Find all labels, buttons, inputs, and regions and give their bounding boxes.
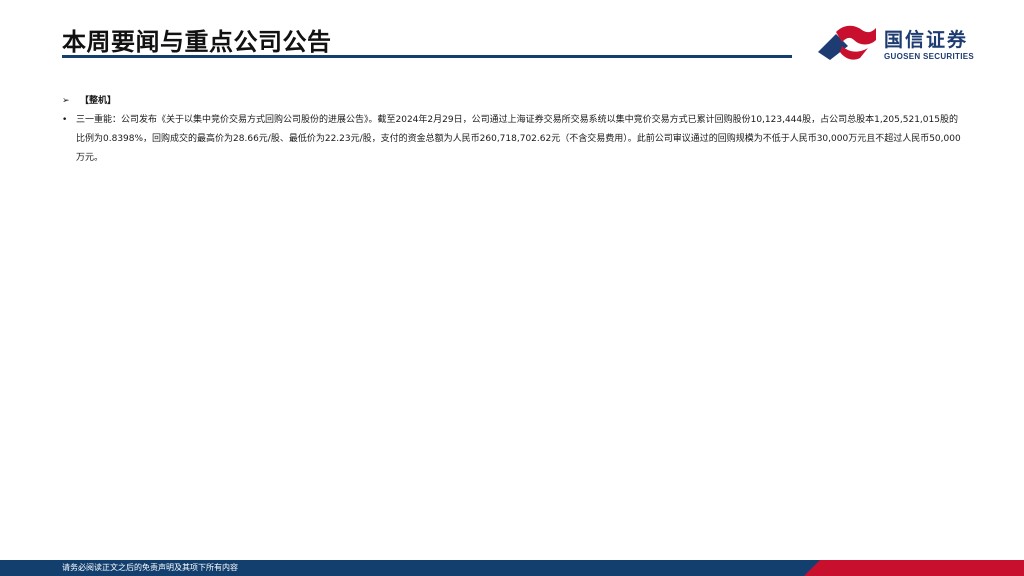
arrow-bullet-icon: ➢: [62, 96, 70, 106]
bullet-dot-icon: •: [62, 115, 68, 125]
announcement-text: 三一重能：公司发布《关于以集中竞价交易方式回购公司股份的进展公告》。截至2024…: [76, 115, 961, 163]
logo-name-en: GUOSEN SECURITIES: [884, 52, 975, 61]
list-item: • 三一重能：公司发布《关于以集中竞价交易方式回购公司股份的进展公告》。截至20…: [62, 111, 962, 168]
logo-name-cn: 国信证券: [884, 29, 969, 51]
footer-accent-stripe: [804, 560, 1024, 576]
footer-disclaimer: 请务必阅读正文之后的免责声明及其项下所有内容: [62, 563, 238, 572]
company-logo: 国信证券 GUOSEN SECURITIES: [812, 20, 982, 66]
guosen-logo-icon: [818, 25, 876, 60]
title-underline: [62, 55, 792, 58]
page-title: 本周要闻与重点公司公告: [62, 28, 332, 56]
section-heading: ➢ 【整机】: [62, 93, 116, 106]
footer-bar: 请务必阅读正文之后的免责声明及其项下所有内容: [0, 560, 1024, 576]
section-heading-label: 【整机】: [80, 96, 117, 106]
